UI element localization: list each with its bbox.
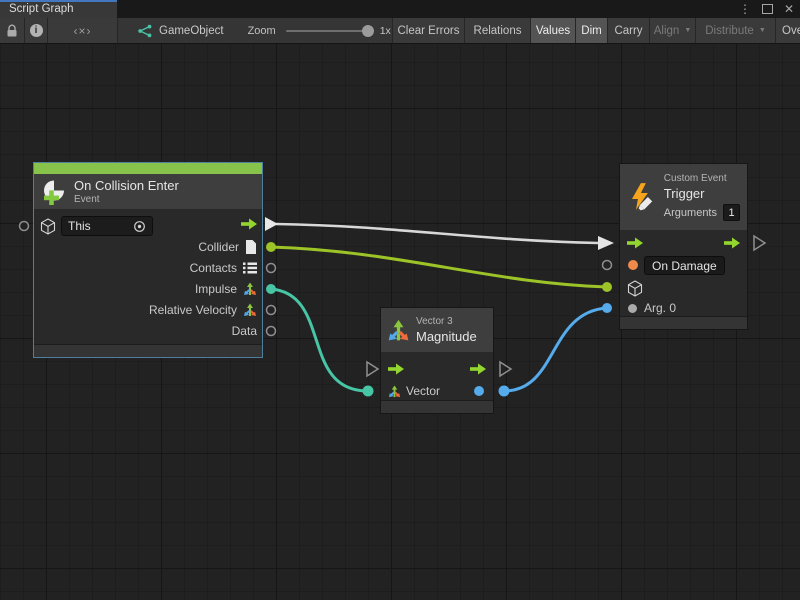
chevron-down-icon: ▼ bbox=[684, 27, 691, 34]
port-row-collider[interactable]: Collider bbox=[198, 237, 257, 257]
flow-out-arrow-icon[interactable] bbox=[470, 363, 486, 375]
graph-owner-label[interactable]: GameObject bbox=[159, 25, 224, 37]
window-tab-bar: Script Graph ⋮ ✕ bbox=[0, 0, 800, 18]
vector3-type-icon bbox=[243, 303, 257, 317]
node-category-label: Custom Event bbox=[664, 173, 740, 185]
port-label: Impulse bbox=[195, 282, 237, 296]
node-header: On Collision Enter Event bbox=[34, 174, 262, 209]
zoom-label: Zoom bbox=[248, 25, 276, 37]
flow-in-arrow-icon[interactable] bbox=[627, 237, 643, 249]
node-type-label: Vector 3 bbox=[416, 316, 477, 328]
vector3-type-icon bbox=[243, 282, 257, 296]
port-row-arg0[interactable]: Arg. 0 bbox=[628, 298, 676, 318]
dim-toggle[interactable]: Dim bbox=[576, 18, 608, 43]
node-footer bbox=[381, 400, 493, 413]
port-label: Contacts bbox=[190, 261, 237, 275]
zoom-slider-thumb[interactable] bbox=[362, 25, 374, 37]
clear-errors-button[interactable]: Clear Errors bbox=[393, 18, 465, 43]
target-object-field[interactable]: This bbox=[61, 216, 153, 236]
lock-button[interactable] bbox=[0, 18, 25, 43]
node-header: Custom Event Trigger Arguments 1 bbox=[620, 164, 747, 230]
target-object-value: This bbox=[68, 219, 91, 233]
port-row-event-name: On Damage bbox=[628, 255, 725, 275]
list-icon bbox=[243, 262, 257, 274]
code-icon: ‹×› bbox=[74, 24, 92, 38]
node-body: Vector bbox=[381, 352, 493, 400]
flow-out-arrow-icon[interactable] bbox=[241, 218, 257, 230]
code-preview-button[interactable]: ‹×› bbox=[48, 18, 118, 43]
gameobject-cube-icon bbox=[627, 280, 643, 297]
overview-button[interactable]: Overview bbox=[776, 18, 800, 43]
chevron-down-icon: ▼ bbox=[759, 27, 766, 34]
arguments-count-field[interactable]: 1 bbox=[723, 204, 740, 221]
port-row-target[interactable] bbox=[627, 278, 643, 298]
event-accent-strip bbox=[34, 163, 262, 174]
graph-breadcrumb: GameObject Zoom 1x bbox=[118, 18, 393, 43]
port-label: Arg. 0 bbox=[644, 301, 676, 315]
string-type-dot[interactable] bbox=[628, 260, 638, 270]
node-title: Trigger bbox=[664, 186, 740, 201]
custom-event-icon bbox=[627, 182, 657, 212]
port-row-contacts[interactable]: Contacts bbox=[190, 258, 257, 278]
info-button[interactable]: i bbox=[25, 18, 48, 43]
arguments-label: Arguments bbox=[664, 207, 717, 219]
distribute-dropdown[interactable]: Distribute ▼ bbox=[696, 18, 776, 43]
node-on-collision-enter[interactable]: On Collision Enter Event This Collider bbox=[33, 162, 263, 358]
port-label: Data bbox=[232, 324, 257, 338]
window-maximize-icon[interactable] bbox=[762, 4, 773, 14]
node-body: On Damage Arg. 0 bbox=[620, 230, 747, 318]
node-title: On Collision Enter bbox=[74, 178, 179, 193]
port-label: Collider bbox=[198, 240, 239, 254]
zoom-slider[interactable] bbox=[286, 30, 370, 32]
values-toggle[interactable]: Values bbox=[531, 18, 576, 43]
port-label: Relative Velocity bbox=[149, 303, 237, 317]
node-header: Vector 3 Magnitude bbox=[381, 308, 493, 352]
node-vector3-magnitude[interactable]: Vector 3 Magnitude Vector bbox=[380, 307, 494, 414]
vector3-type-icon bbox=[388, 385, 401, 398]
window-controls: ⋮ ✕ bbox=[739, 0, 794, 18]
object-type-dot bbox=[628, 304, 637, 313]
flow-in-arrow-icon[interactable] bbox=[388, 363, 404, 375]
port-row-data[interactable]: Data bbox=[232, 321, 257, 341]
node-footer bbox=[34, 344, 262, 357]
window-menu-icon[interactable]: ⋮ bbox=[739, 2, 751, 16]
graph-toolbar: i ‹×› GameObject Zoom 1x Clear Errors Re… bbox=[0, 18, 800, 44]
port-row-relative-velocity[interactable]: Relative Velocity bbox=[149, 300, 257, 320]
script-graph-icon bbox=[138, 24, 152, 38]
relations-button[interactable]: Relations bbox=[465, 18, 531, 43]
port-row-impulse[interactable]: Impulse bbox=[195, 279, 257, 299]
zoom-value: 1x bbox=[380, 25, 391, 37]
lock-icon bbox=[6, 24, 18, 38]
tab-title: Script Graph bbox=[9, 3, 74, 15]
node-title: Magnitude bbox=[416, 329, 477, 344]
tab-script-graph[interactable]: Script Graph bbox=[0, 0, 117, 18]
event-name-field[interactable]: On Damage bbox=[644, 256, 725, 275]
window-close-icon[interactable]: ✕ bbox=[784, 2, 794, 16]
vector3-icon bbox=[387, 319, 410, 342]
collider-doc-icon bbox=[245, 240, 257, 254]
flow-out-arrow-icon[interactable] bbox=[724, 237, 740, 249]
node-body: This Collider Contacts bbox=[34, 209, 262, 344]
port-label: Vector bbox=[406, 384, 440, 398]
align-dropdown[interactable]: Align ▼ bbox=[650, 18, 696, 43]
on-collision-enter-icon bbox=[41, 179, 67, 205]
carry-toggle[interactable]: Carry bbox=[608, 18, 650, 43]
port-row-vector-input[interactable]: Vector bbox=[388, 381, 440, 401]
object-picker-icon[interactable] bbox=[133, 220, 146, 233]
node-trigger-custom-event[interactable]: Custom Event Trigger Arguments 1 On Dama… bbox=[619, 163, 748, 330]
node-subtitle: Event bbox=[74, 194, 179, 206]
node-footer bbox=[620, 316, 747, 329]
gameobject-cube-icon bbox=[40, 218, 56, 235]
target-row: This bbox=[40, 216, 153, 236]
align-label: Align bbox=[654, 25, 680, 37]
float-output-dot[interactable] bbox=[474, 386, 484, 396]
info-icon: i bbox=[30, 24, 43, 37]
distribute-label: Distribute bbox=[705, 25, 754, 37]
